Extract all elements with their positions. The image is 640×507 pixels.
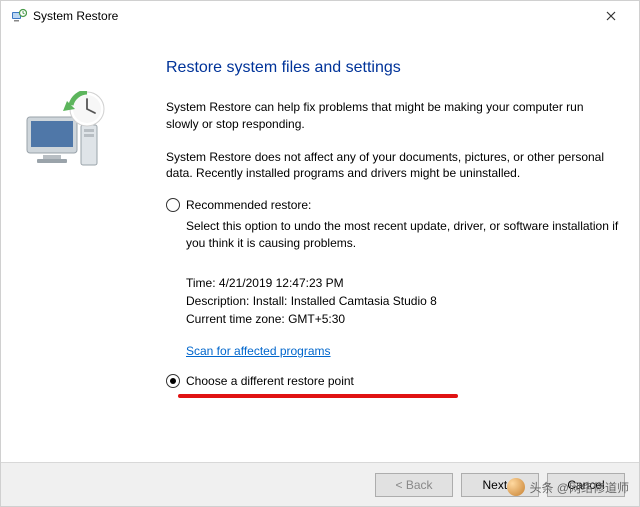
content-area: Restore system files and settings System…: [1, 31, 639, 463]
intro-paragraph-2: System Restore does not affect any of yo…: [166, 149, 619, 183]
radio-checked-icon: [166, 374, 180, 388]
choose-different-point-label: Choose a different restore point: [186, 374, 354, 388]
recommended-restore-label: Recommended restore:: [186, 198, 311, 212]
page-heading: Restore system files and settings: [166, 59, 619, 77]
watermark-avatar-icon: [507, 478, 525, 496]
restore-time-row: Time: 4/21/2019 12:47:23 PM: [186, 274, 619, 292]
intro-paragraph-1: System Restore can help fix problems tha…: [166, 99, 619, 133]
annotation-underline: [178, 394, 458, 398]
left-column: [11, 41, 166, 463]
recommended-restore-description: Select this option to undo the most rece…: [186, 218, 619, 252]
restore-point-info: Time: 4/21/2019 12:47:23 PM Description:…: [186, 274, 619, 328]
watermark-overlay: 头条 @网络修道师: [507, 478, 629, 496]
restore-timezone-row: Current time zone: GMT+5:30: [186, 310, 619, 328]
system-restore-icon: [11, 8, 27, 24]
system-restore-graphic: [21, 91, 121, 181]
radio-unchecked-icon: [166, 198, 180, 212]
close-button[interactable]: [591, 2, 631, 30]
titlebar-left: System Restore: [11, 8, 118, 24]
back-button[interactable]: < Back: [375, 473, 453, 497]
choose-different-point-option[interactable]: Choose a different restore point: [166, 374, 619, 388]
watermark-text: 头条 @网络修道师: [529, 479, 629, 496]
right-column: Restore system files and settings System…: [166, 41, 619, 463]
scan-affected-programs-link[interactable]: Scan for affected programs: [186, 344, 331, 358]
window-title: System Restore: [33, 9, 118, 23]
restore-description-row: Description: Install: Installed Camtasia…: [186, 292, 619, 310]
titlebar: System Restore: [1, 1, 639, 31]
recommended-restore-option[interactable]: Recommended restore:: [166, 198, 619, 212]
